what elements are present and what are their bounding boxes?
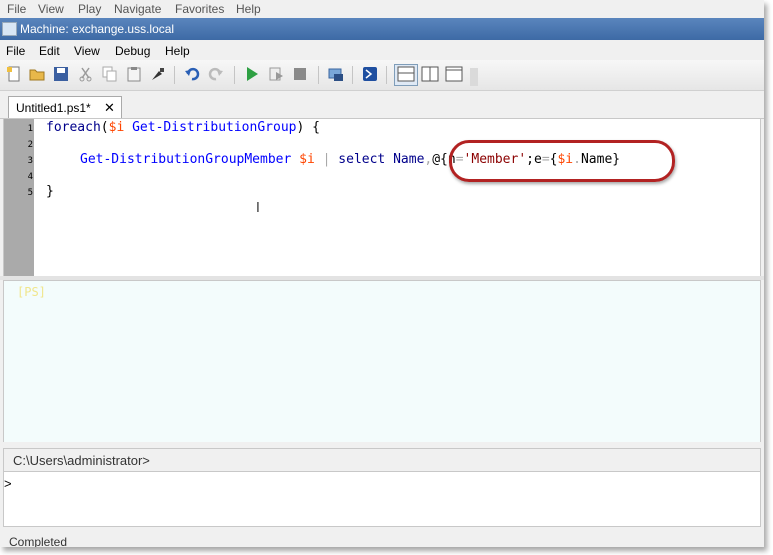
close-icon[interactable]: ✕ — [104, 100, 115, 116]
toolbar-separator — [386, 66, 387, 84]
script-editor[interactable]: 1 2 3 4 5 foreach($i Get-DistributionGro… — [3, 118, 761, 278]
run-icon[interactable] — [244, 66, 260, 82]
cmdlet-get-distributiongroup: Get-DistributionGroup — [132, 120, 297, 135]
current-path: C:\Users\administrator> — [13, 453, 150, 468]
menu-debug[interactable]: Debug — [115, 44, 150, 58]
run-selection-icon[interactable] — [268, 66, 284, 82]
line-number: 3 — [27, 156, 33, 166]
outer-menu-favorites[interactable]: Favorites — [175, 2, 224, 16]
argument-name: Name — [385, 152, 425, 167]
toolbar-separator — [174, 66, 175, 84]
outer-menu-navigate[interactable]: Navigate — [114, 2, 161, 16]
toolbar-overflow-grip[interactable] — [470, 68, 478, 86]
command-input[interactable]: > — [3, 471, 761, 527]
menu-help[interactable]: Help — [165, 44, 190, 58]
copy-icon[interactable] — [102, 66, 118, 82]
window-title: Machine: exchange.uss.local — [20, 22, 175, 36]
line-number-gutter: 1 2 3 4 5 — [4, 119, 34, 277]
hashtable-open: @{ — [432, 152, 448, 167]
command-pane-header: C:\Users\administrator> — [3, 448, 761, 472]
cut-icon[interactable] — [78, 66, 94, 82]
paren-close-brace: ) { — [296, 120, 320, 135]
toolbar-separator — [352, 66, 353, 84]
line-number: 4 — [27, 172, 33, 182]
tab-untitled1[interactable]: Untitled1.ps1* ✕ — [8, 96, 122, 119]
window-titlebar: Machine: exchange.uss.local — [0, 18, 764, 40]
outer-menu-play[interactable]: Play — [78, 2, 101, 16]
line-number: 2 — [27, 140, 33, 150]
line-number: 5 — [27, 188, 33, 198]
menu-view[interactable]: View — [74, 44, 100, 58]
outer-menubar: File View Play Navigate Favorites Help — [0, 0, 764, 18]
variable-i: $i — [299, 152, 315, 167]
undo-icon[interactable] — [184, 66, 200, 82]
menubar: File Edit View Debug Help — [0, 40, 764, 60]
toolbar-separator — [318, 66, 319, 84]
powershell-icon[interactable] — [362, 66, 378, 82]
keyword-foreach: foreach — [46, 120, 101, 135]
stop-icon[interactable] — [292, 66, 308, 82]
clear-icon[interactable] — [150, 66, 166, 82]
ps-prompt: [PS] — [17, 285, 46, 299]
code-line-1: foreach($i Get-DistributionGroup) { — [46, 120, 320, 135]
new-file-icon[interactable] — [6, 66, 22, 82]
remote-session-icon[interactable] — [328, 66, 344, 82]
outer-menu-help[interactable]: Help — [236, 2, 261, 16]
outer-menu-file[interactable]: File — [7, 2, 26, 16]
line-number: 1 — [27, 124, 33, 134]
toolbar — [0, 60, 764, 91]
open-folder-icon[interactable] — [29, 66, 45, 82]
app-icon — [2, 22, 17, 36]
layout-top-icon[interactable] — [394, 64, 418, 86]
text-cursor-icon: I — [256, 201, 260, 216]
status-bar: Completed — [0, 530, 764, 547]
app-window: File View Play Navigate Favorites Help M… — [0, 0, 764, 547]
menu-file[interactable]: File — [6, 44, 25, 58]
redo-icon[interactable] — [208, 66, 224, 82]
pipe-operator: | — [314, 152, 339, 167]
save-icon[interactable] — [53, 66, 69, 82]
cmdlet-get-distributiongroupmember: Get-DistributionGroupMember — [80, 152, 292, 167]
tab-label: Untitled1.ps1* — [16, 101, 91, 115]
code-line-5: } — [46, 184, 54, 199]
closing-brace: } — [46, 184, 54, 199]
status-text: Completed — [9, 535, 68, 547]
paren-open: ( — [100, 120, 109, 135]
input-prompt: > — [4, 476, 12, 491]
toolbar-separator — [234, 66, 235, 84]
highlight-annotation — [449, 140, 675, 182]
variable-i: $i — [108, 120, 125, 135]
outer-menu-view[interactable]: View — [38, 2, 64, 16]
tab-strip: Untitled1.ps1* ✕ — [0, 91, 764, 119]
layout-side-icon[interactable] — [420, 65, 440, 83]
menu-edit[interactable]: Edit — [39, 44, 60, 58]
paste-icon[interactable] — [126, 66, 142, 82]
layout-full-icon[interactable] — [444, 65, 464, 83]
output-pane[interactable]: [PS] — [3, 280, 761, 444]
alias-select: select — [338, 152, 386, 167]
